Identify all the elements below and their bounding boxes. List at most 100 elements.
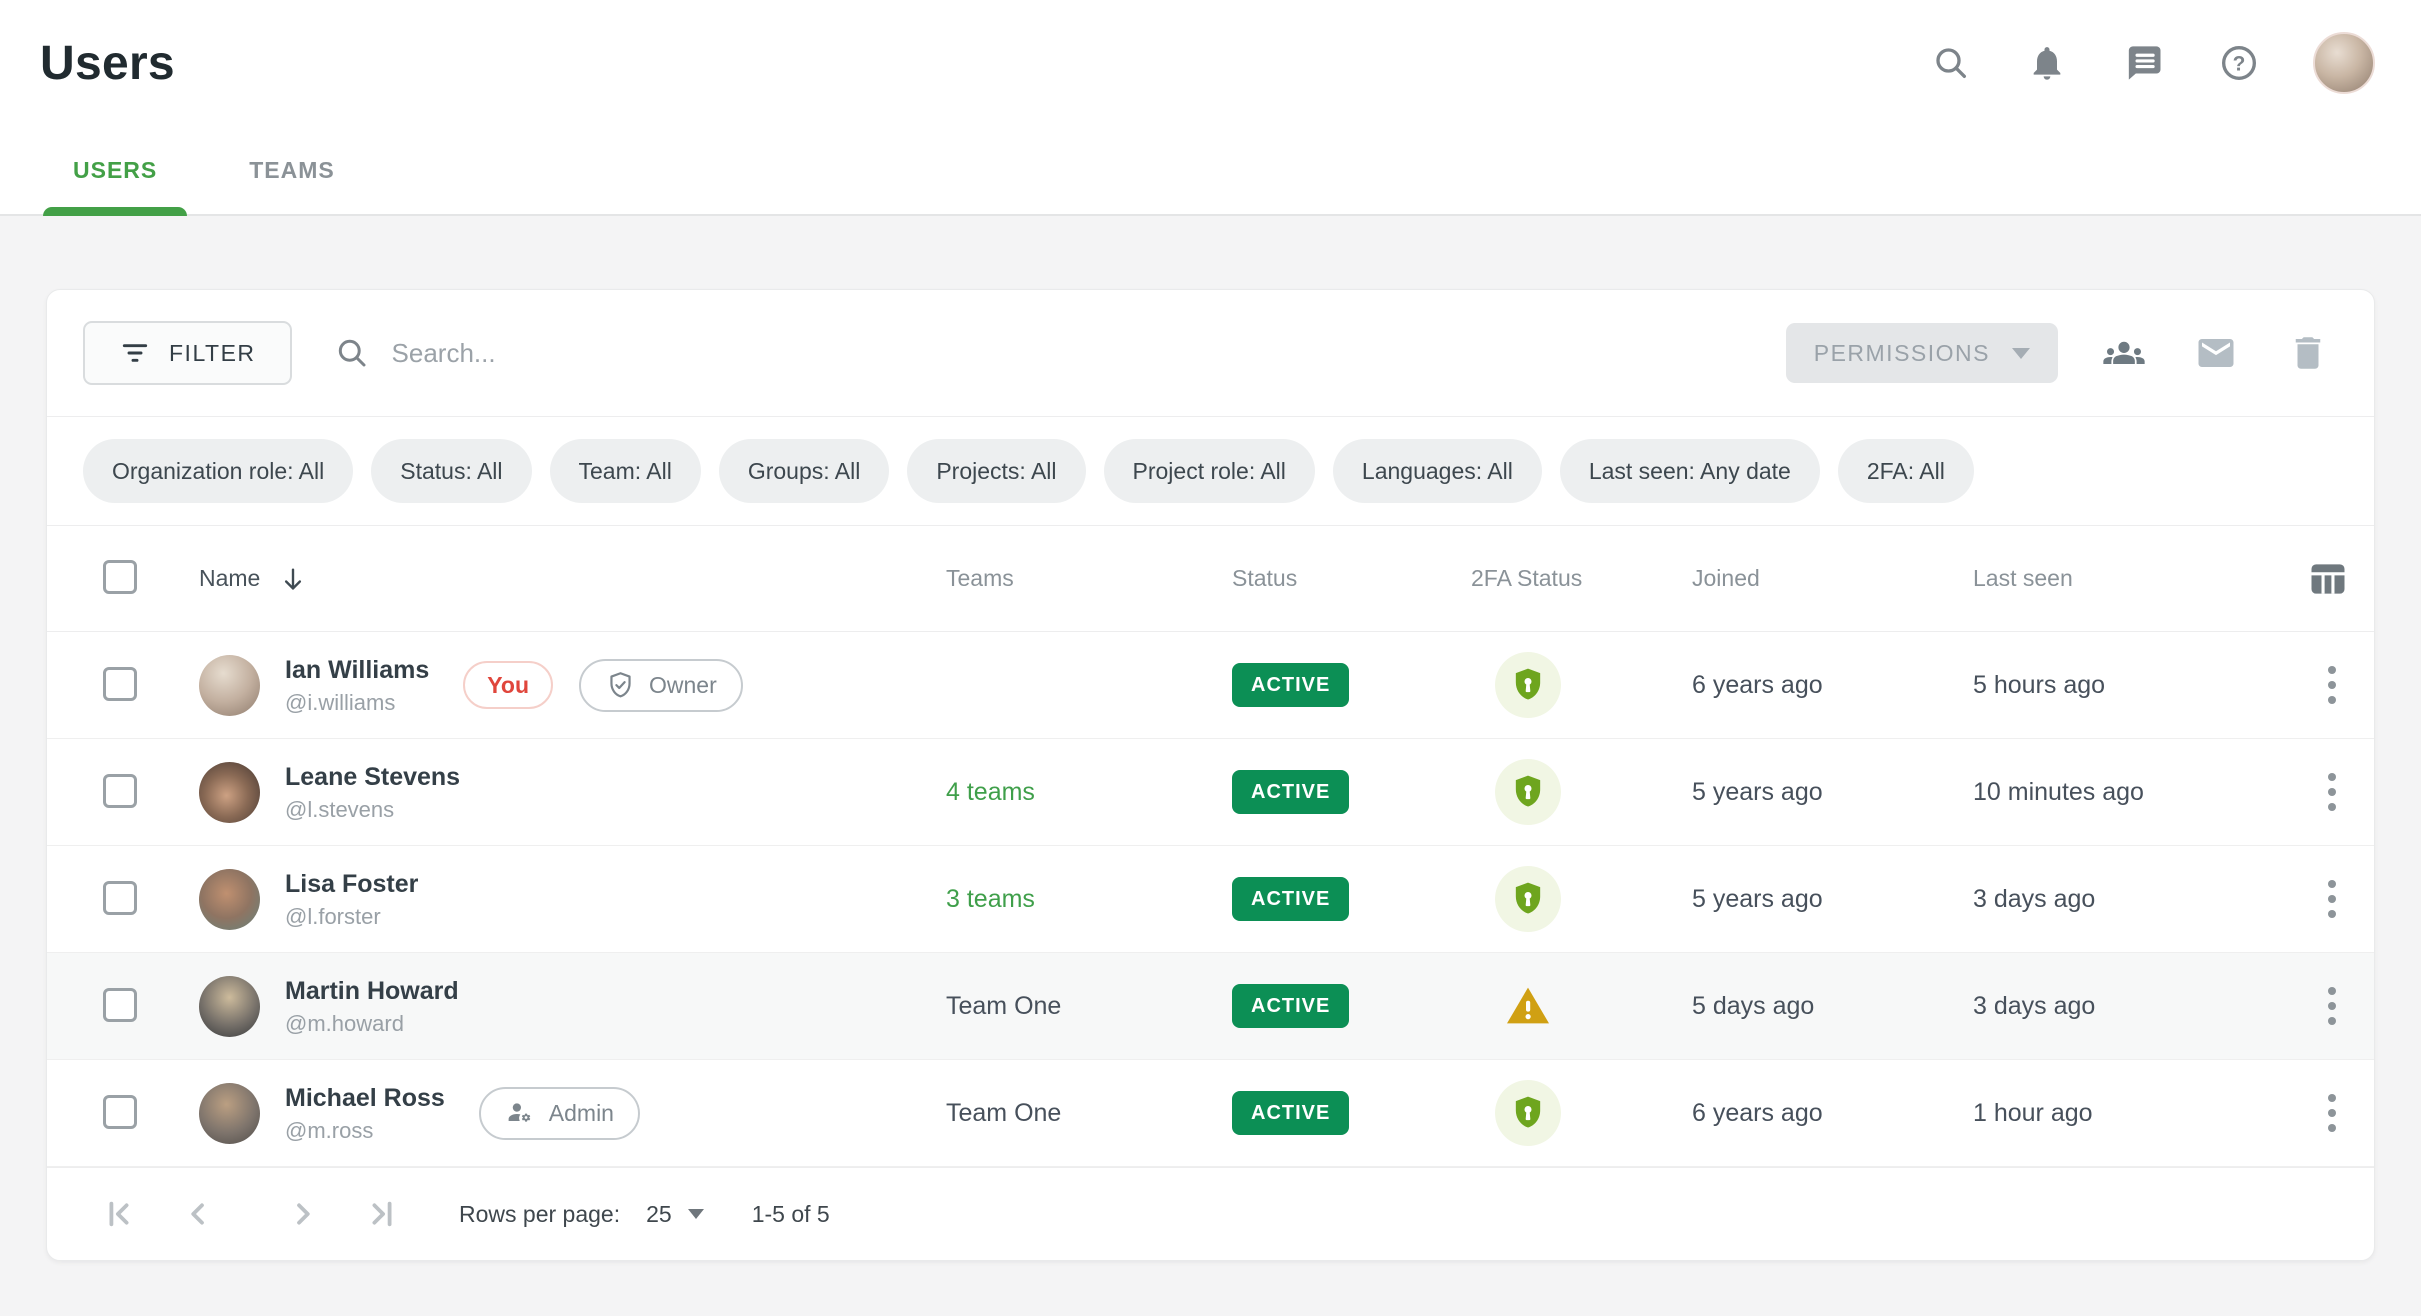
pagination-range: 1-5 of 5 (752, 1201, 830, 1228)
next-page-icon[interactable] (284, 1195, 322, 1233)
tab-teams-label: TEAMS (249, 157, 335, 184)
row-menu-icon[interactable] (2314, 872, 2350, 926)
twofa-enabled-shield-icon (1495, 866, 1561, 932)
status-badge: ACTIVE (1232, 770, 1349, 814)
filter-chip[interactable]: Status: All (371, 439, 531, 503)
status-badge: ACTIVE (1232, 1091, 1349, 1135)
email-icon[interactable] (2194, 331, 2238, 375)
user-name: Michael Ross (285, 1083, 445, 1113)
filter-chip[interactable]: Last seen: Any date (1560, 439, 1820, 503)
teams-cell: Team One (946, 1099, 1232, 1128)
search-input[interactable] (392, 338, 1786, 369)
toolbar: FILTER PERMISSIONS (47, 290, 2374, 416)
row-menu-icon[interactable] (2314, 765, 2350, 819)
status-badge: ACTIVE (1232, 984, 1349, 1028)
filter-button[interactable]: FILTER (83, 321, 292, 385)
row-menu-icon[interactable] (2314, 1086, 2350, 1140)
table-row: Ian Williams @i.williams YouOwner ACTIVE… (47, 632, 2374, 739)
rows-per-page-select[interactable]: 25 (646, 1201, 704, 1228)
row-checkbox[interactable] (103, 881, 137, 915)
table-body: Ian Williams @i.williams YouOwner ACTIVE… (47, 632, 2374, 1167)
last-seen-cell: 1 hour ago (1973, 1099, 2254, 1128)
last-seen-cell: 10 minutes ago (1973, 778, 2254, 807)
permissions-button[interactable]: PERMISSIONS (1786, 323, 2058, 383)
tab-teams[interactable]: TEAMS (219, 126, 365, 214)
joined-cell: 6 years ago (1692, 1099, 1973, 1128)
first-page-icon[interactable] (100, 1195, 138, 1233)
twofa-cell (1471, 1080, 1692, 1146)
filter-chip[interactable]: Team: All (550, 439, 701, 503)
tab-users-label: USERS (73, 157, 157, 184)
rows-per-page-value: 25 (646, 1201, 672, 1228)
user-handle: @l.forster (285, 904, 418, 930)
last-page-icon[interactable] (363, 1195, 401, 1233)
content-area: FILTER PERMISSIONS (0, 216, 2421, 1261)
table-row: Lisa Foster @l.forster 3 teams ACTIVE 5 … (47, 846, 2374, 953)
last-seen-cell: 5 hours ago (1973, 671, 2254, 700)
search-icon[interactable] (1929, 41, 1973, 85)
filter-icon (119, 337, 151, 369)
filter-chip[interactable]: Organization role: All (83, 439, 353, 503)
teams-link[interactable]: 4 teams (946, 778, 1232, 807)
user-avatar[interactable] (2313, 32, 2375, 94)
row-checkbox[interactable] (103, 774, 137, 808)
tab-bar: USERS TEAMS (0, 126, 2421, 216)
column-header-status: Status (1232, 565, 1471, 592)
previous-page-icon[interactable] (179, 1195, 217, 1233)
topbar-icons: ? (1929, 32, 2375, 94)
user-handle: @l.stevens (285, 797, 460, 823)
user-badges: Admin (479, 1087, 640, 1140)
help-icon[interactable]: ? (2217, 41, 2261, 85)
row-checkbox[interactable] (103, 1095, 137, 1129)
filter-button-label: FILTER (169, 340, 256, 367)
filter-chip[interactable]: Languages: All (1333, 439, 1542, 503)
table-row: Martin Howard @m.howard Team One ACTIVE … (47, 953, 2374, 1060)
tab-users[interactable]: USERS (43, 126, 187, 214)
user-name: Ian Williams (285, 655, 429, 685)
shield-check-icon (605, 670, 636, 701)
filter-chip[interactable]: Groups: All (719, 439, 890, 503)
user-handle: @i.williams (285, 690, 429, 716)
rows-per-page-label: Rows per page: (459, 1201, 620, 1228)
twofa-cell (1471, 973, 1692, 1039)
column-settings-icon[interactable] (2306, 557, 2350, 601)
avatar (199, 655, 260, 716)
top-bar: Users ? (0, 0, 2421, 126)
joined-cell: 6 years ago (1692, 671, 1973, 700)
select-all-checkbox[interactable] (103, 560, 137, 594)
filter-chip[interactable]: Projects: All (907, 439, 1085, 503)
users-card: FILTER PERMISSIONS (46, 289, 2375, 1261)
column-header-name[interactable]: Name (199, 564, 946, 594)
row-checkbox[interactable] (103, 667, 137, 701)
add-to-team-icon[interactable] (2102, 331, 2146, 375)
row-menu-icon[interactable] (2314, 979, 2350, 1033)
twofa-enabled-shield-icon (1495, 652, 1561, 718)
row-checkbox[interactable] (103, 988, 137, 1022)
column-header-name-label: Name (199, 565, 260, 592)
user-name: Lisa Foster (285, 869, 418, 899)
filter-chips-row: Organization role: All Status: All Team: A… (47, 416, 2374, 526)
twofa-enabled-shield-icon (1495, 759, 1561, 825)
search-icon (334, 335, 370, 371)
twofa-cell (1471, 866, 1692, 932)
permissions-button-label: PERMISSIONS (1814, 340, 1990, 367)
filter-chip[interactable]: Project role: All (1104, 439, 1315, 503)
chevron-down-icon (2012, 348, 2030, 359)
chat-icon[interactable] (2121, 41, 2165, 85)
teams-link[interactable]: 3 teams (946, 885, 1232, 914)
joined-cell: 5 days ago (1692, 992, 1973, 1021)
avatar (199, 976, 260, 1037)
notifications-icon[interactable] (2025, 41, 2069, 85)
column-header-teams: Teams (946, 565, 1232, 592)
column-header-joined: Joined (1692, 565, 1973, 592)
delete-icon[interactable] (2286, 331, 2330, 375)
filter-chip[interactable]: 2FA: All (1838, 439, 1974, 503)
sort-desc-icon (278, 564, 308, 594)
admin-badge-label: Admin (549, 1100, 614, 1127)
you-badge: You (463, 661, 553, 709)
twofa-cell (1471, 759, 1692, 825)
table-row: Leane Stevens @l.stevens 4 teams ACTIVE … (47, 739, 2374, 846)
status-badge: ACTIVE (1232, 877, 1349, 921)
twofa-enabled-shield-icon (1495, 1080, 1561, 1146)
row-menu-icon[interactable] (2314, 658, 2350, 712)
